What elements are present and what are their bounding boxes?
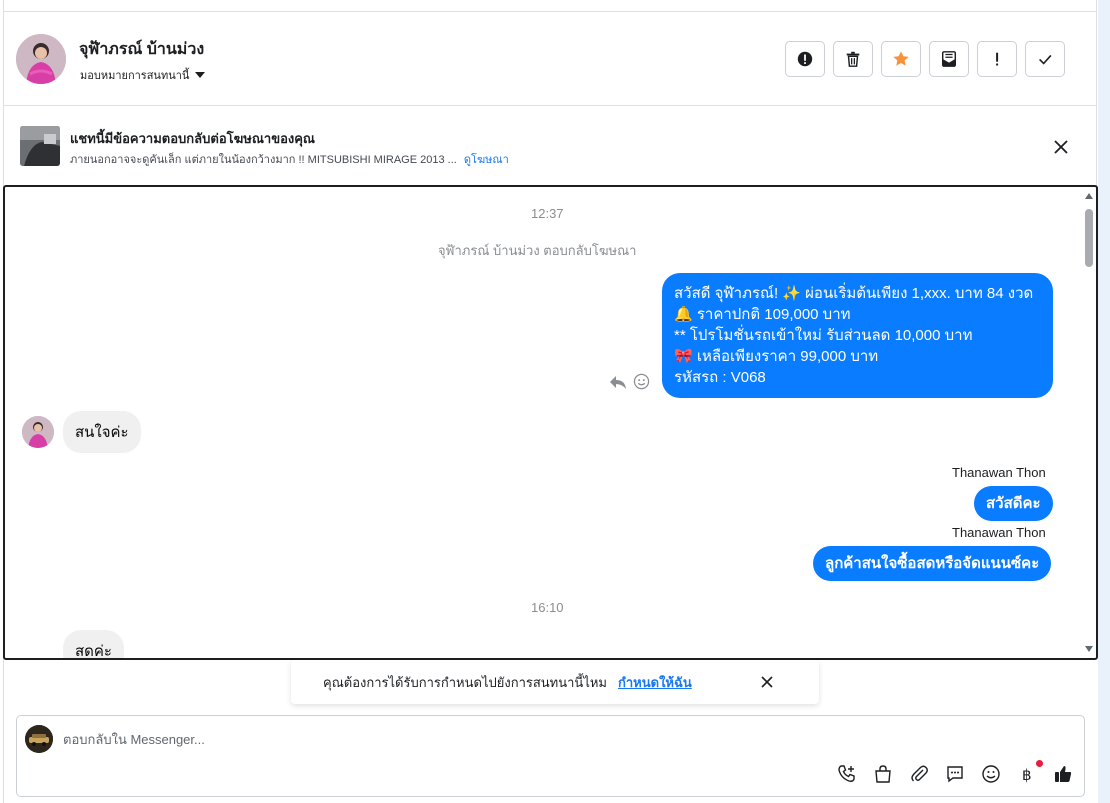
incoming-message[interactable]: สดค่ะ <box>63 630 124 658</box>
shopping-bag-icon <box>875 765 891 783</box>
incoming-message[interactable]: สนใจค่ะ <box>63 411 141 453</box>
exclamation-circle-icon <box>797 51 813 67</box>
contact-avatar[interactable] <box>16 34 66 84</box>
header-actions <box>785 41 1065 77</box>
report-spam-button[interactable] <box>785 41 825 77</box>
right-border <box>1096 0 1097 186</box>
caret-down-icon <box>195 72 206 78</box>
ad-message-line: สวัสดี จุฬ้าภรณ์! ✨ ผ่อนเริ่มต้นเพียง 1,… <box>674 285 1034 302</box>
assign-prompt-text: คุณต้องการได้รับการกำหนดไปยังการสนทนานี้… <box>323 675 607 690</box>
close-assign-prompt-button[interactable] <box>757 672 777 692</box>
ad-banner-title: แชทนี้มีข้อความตอบกลับต่อโฆษณาของคุณ <box>70 131 315 146</box>
envelope-icon <box>941 51 957 67</box>
timestamp: 12:37 <box>531 206 564 221</box>
close-icon <box>1054 140 1068 154</box>
baht-icon: ฿ <box>1022 766 1032 784</box>
ad-message-line: ** โปรโมชั่นรถเข้าใหม่ รับส่วนลด 10,000 … <box>674 327 973 344</box>
emoji-button[interactable] <box>979 762 1003 786</box>
star-icon <box>893 51 909 66</box>
emoji-reaction-icon[interactable] <box>633 373 650 390</box>
assign-to-me-link[interactable]: กำหนดให้ฉัน <box>618 672 692 693</box>
ad-description: ภายนอกอาจจะดูคันเล็ก แต่ภายในน้องกว้างมา… <box>70 154 457 166</box>
ad-reply-banner: แชทนี้มีข้อความตอบกลับต่อโฆษณาของคุณ ภาย… <box>4 106 1096 186</box>
scroll-up-arrow-icon[interactable] <box>1085 193 1093 199</box>
shop-button[interactable] <box>871 762 895 786</box>
ad-message-bubble[interactable]: สวัสดี จุฬ้าภรณ์! ✨ ผ่อนเริ่มต้นเพียง 1,… <box>662 273 1053 398</box>
reply-input[interactable] <box>63 726 963 752</box>
ad-message-line: รหัสรถ : V068 <box>674 369 766 386</box>
emoji-icon <box>982 765 1000 783</box>
exclamation-icon <box>996 52 999 66</box>
payment-button[interactable]: ฿ <box>1015 760 1043 786</box>
mark-done-button[interactable] <box>1025 41 1065 77</box>
timestamp: 16:10 <box>531 600 564 615</box>
outgoing-message[interactable]: ลูกค้าสนใจซื้อสดหรือจัดแนนซ์คะ <box>813 546 1052 581</box>
saved-replies-button[interactable] <box>943 762 967 786</box>
view-ad-link[interactable]: ดูโฆษณา <box>464 154 509 166</box>
contact-avatar-small[interactable] <box>22 416 54 448</box>
assign-conversation-dropdown[interactable]: มอบหมายการสนทนานี้ <box>80 66 206 84</box>
assign-label: มอบหมายการสนทนานี้ <box>80 70 190 82</box>
delete-button[interactable] <box>833 41 873 77</box>
follow-up-button[interactable] <box>977 41 1017 77</box>
ad-thumbnail[interactable] <box>20 126 60 166</box>
message-hover-actions <box>609 373 650 390</box>
phone-add-icon <box>838 765 855 782</box>
notification-dot <box>1036 760 1043 767</box>
attach-button[interactable] <box>907 762 931 786</box>
like-button[interactable] <box>1051 762 1075 786</box>
close-icon <box>761 676 773 688</box>
star-button[interactable] <box>881 41 921 77</box>
paperclip-icon <box>911 765 928 782</box>
call-button[interactable] <box>835 762 859 786</box>
ad-message-line: 🎀 เหลือเพียงราคา 99,000 บาท <box>674 348 879 365</box>
contact-name: จุฬ้าภรณ์ บ้านม่วง <box>79 41 205 58</box>
thumbs-up-icon <box>1055 766 1072 782</box>
scrollbar-thumb[interactable] <box>1085 209 1093 267</box>
conversation-header: จุฬ้าภรณ์ บ้านม่วง มอบหมายการสนทนานี้ <box>4 12 1096 106</box>
mark-unread-button[interactable] <box>929 41 969 77</box>
message-composer: ฿ <box>16 715 1085 797</box>
checkmark-icon <box>1039 54 1052 65</box>
svg-text:฿: ฿ <box>1022 766 1032 784</box>
ad-message-line: 🔔 ราคาปกติ 109,000 บาท <box>674 306 851 323</box>
page-edge-strip <box>1098 0 1110 803</box>
page-avatar <box>25 725 53 753</box>
trash-icon <box>846 51 860 67</box>
sender-name: Thanawan Thon <box>952 525 1046 540</box>
ad-banner-subtitle: ภายนอกอาจจะดูคันเล็ก แต่ภายในน้องกว้างมา… <box>70 150 509 168</box>
reply-icon[interactable] <box>609 374 627 390</box>
composer-tools: ฿ <box>835 760 1075 786</box>
chat-bubble-icon <box>947 766 963 783</box>
scrollbar[interactable] <box>1082 187 1096 658</box>
sender-name: Thanawan Thon <box>952 465 1046 480</box>
assign-prompt: คุณต้องการได้รับการกำหนดไปยังการสนทนานี้… <box>291 660 819 704</box>
outgoing-message[interactable]: สวัสดีคะ <box>974 486 1053 521</box>
scroll-down-arrow-icon[interactable] <box>1085 646 1093 652</box>
close-ad-banner-button[interactable] <box>1050 136 1072 158</box>
ad-reply-note: จุฬ้าภรณ์ บ้านม่วง ตอบกลับโฆษณา <box>438 243 637 258</box>
message-thread[interactable]: 12:37 จุฬ้าภรณ์ บ้านม่วง ตอบกลับโฆษณา สว… <box>3 185 1098 660</box>
